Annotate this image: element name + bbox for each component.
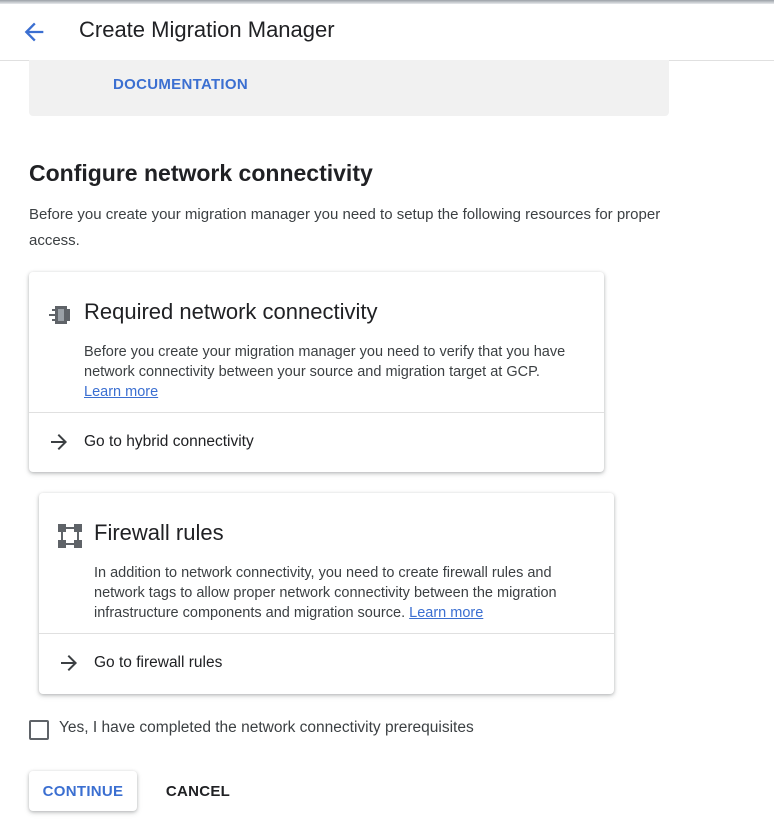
arrow-forward-icon	[47, 430, 71, 454]
go-to-firewall-rules-action[interactable]: Go to firewall rules	[39, 634, 614, 692]
page-title: Create Migration Manager	[79, 17, 335, 42]
network-connectivity-card: Required network connectivity Before you…	[29, 272, 604, 472]
arrow-forward-icon	[57, 651, 81, 675]
continue-button[interactable]: CONTINUE	[29, 771, 137, 811]
card-description: In addition to network connectivity, you…	[94, 563, 599, 623]
learn-more-link[interactable]: Learn more	[409, 605, 483, 621]
card-title: Firewall rules	[94, 520, 224, 545]
card-title: Required network connectivity	[84, 299, 378, 324]
cancel-button[interactable]: CANCEL	[152, 771, 244, 811]
firewall-icon	[55, 521, 85, 551]
action-label: Go to hybrid connectivity	[84, 433, 254, 450]
prerequisites-checkbox-label: Yes, I have completed the network connec…	[59, 719, 474, 736]
documentation-panel: DOCUMENTATION	[29, 60, 669, 116]
prerequisites-checkbox[interactable]	[29, 720, 49, 740]
learn-more-link[interactable]: Learn more	[84, 384, 158, 400]
arrow-back-icon[interactable]	[20, 18, 48, 46]
firewall-rules-card: Firewall rules In addition to network co…	[39, 493, 614, 694]
card-description-text: In addition to network connectivity, you…	[94, 565, 557, 621]
section-intro: Before you create your migration manager…	[29, 206, 661, 249]
card-description-text: Before you create your migration manager…	[84, 344, 566, 380]
action-label: Go to firewall rules	[94, 654, 223, 671]
documentation-link[interactable]: DOCUMENTATION	[113, 76, 248, 93]
card-description: Before you create your migration manager…	[84, 342, 589, 402]
go-to-hybrid-connectivity-action[interactable]: Go to hybrid connectivity	[29, 413, 604, 471]
section-title: Configure network connectivity	[29, 160, 373, 186]
page-header: Create Migration Manager	[0, 4, 774, 61]
network-device-icon	[45, 300, 75, 330]
